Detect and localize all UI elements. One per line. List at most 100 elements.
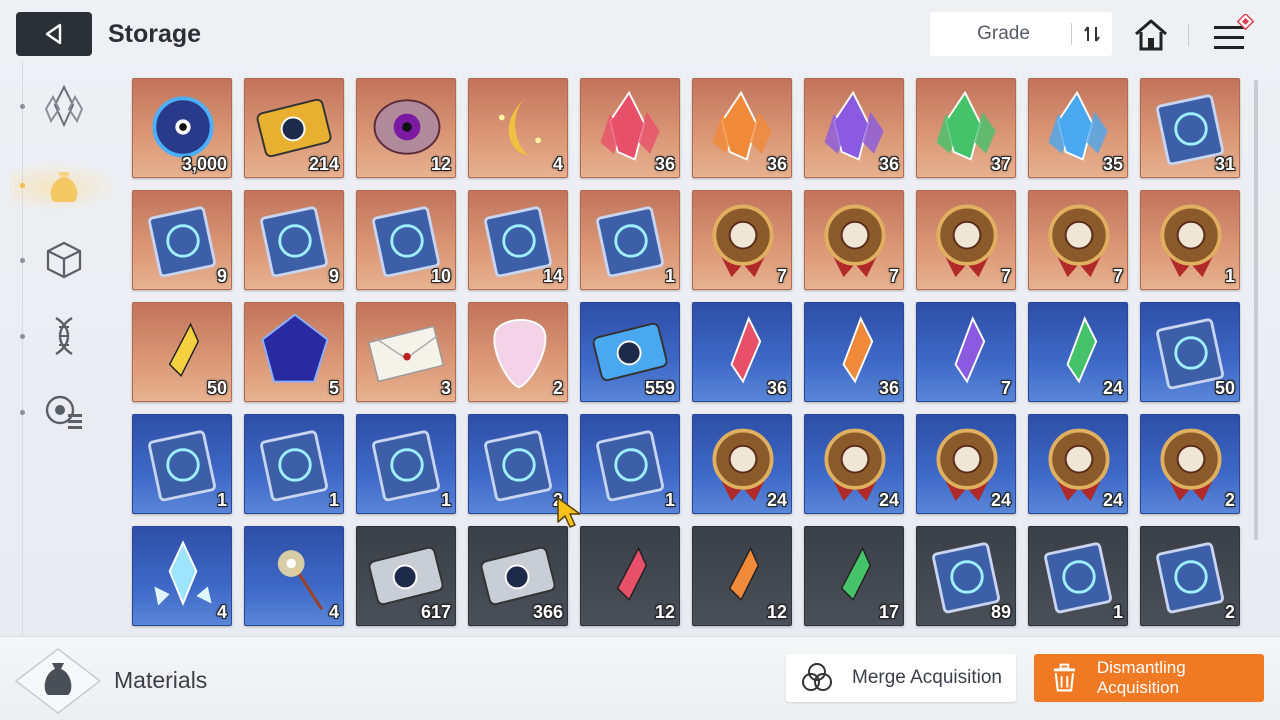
item-quantity: 3,000 — [181, 154, 227, 174]
item-tile[interactable]: 7 — [804, 190, 904, 290]
item-tile[interactable]: 50 — [132, 302, 232, 402]
item-quantity: 4 — [328, 602, 339, 622]
item-quantity: 1 — [328, 490, 339, 510]
sidebar-dot — [20, 334, 25, 339]
item-tile[interactable]: 24 — [1028, 302, 1128, 402]
item-tile[interactable]: 617 — [356, 526, 456, 626]
item-quantity: 3 — [440, 378, 451, 398]
item-tile[interactable]: 7 — [916, 190, 1016, 290]
item-tile[interactable]: 1 — [1140, 190, 1240, 290]
item-tile[interactable]: 9 — [132, 190, 232, 290]
item-quantity: 10 — [430, 266, 451, 286]
sidebar-item-crystals[interactable] — [38, 80, 90, 132]
sidebar-item-materials[interactable] — [38, 160, 90, 212]
sidebar-dot — [20, 104, 25, 109]
item-tile[interactable]: 12 — [580, 526, 680, 626]
item-tile[interactable]: 89 — [916, 526, 1016, 626]
item-tile[interactable]: 7 — [916, 302, 1016, 402]
item-tile[interactable]: 2 — [468, 302, 568, 402]
item-tile[interactable]: 2 — [1140, 414, 1240, 514]
item-tile[interactable]: 9 — [244, 190, 344, 290]
item-tile[interactable]: 1 — [1028, 526, 1128, 626]
dismantling-acquisition-button[interactable]: Dismantling Acquisition — [1034, 654, 1264, 702]
item-tile[interactable]: 1 — [244, 414, 344, 514]
category-badge — [14, 647, 102, 715]
cube-icon — [46, 241, 82, 279]
item-tile[interactable]: 214 — [244, 78, 344, 178]
sidebar-item-genes[interactable] — [38, 310, 90, 362]
page-title: Storage — [108, 20, 202, 48]
item-tile[interactable]: 24 — [692, 414, 792, 514]
item-quantity: 50 — [206, 378, 227, 398]
item-tile[interactable]: 4 — [132, 526, 232, 626]
scrollbar[interactable] — [1254, 80, 1258, 540]
sidebar-dot — [20, 258, 25, 263]
item-tile[interactable]: 31 — [1140, 78, 1240, 178]
sidebar-item-cubes[interactable] — [38, 234, 90, 286]
item-tile[interactable]: 2 — [468, 414, 568, 514]
menu-icon[interactable] — [1210, 12, 1262, 56]
grade-sort-control[interactable]: Grade — [930, 12, 1112, 56]
back-button[interactable] — [16, 12, 92, 56]
item-tile[interactable]: 36 — [692, 78, 792, 178]
footer-bar: Materials Merge Acquisition Dismantling … — [0, 636, 1280, 720]
item-tile[interactable]: 12 — [692, 526, 792, 626]
item-tile[interactable]: 12 — [356, 78, 456, 178]
item-tile[interactable]: 3 — [356, 302, 456, 402]
item-tile[interactable]: 366 — [468, 526, 568, 626]
item-tile[interactable]: 24 — [1028, 414, 1128, 514]
crystal-icon — [44, 84, 84, 128]
item-quantity: 12 — [766, 602, 787, 622]
item-tile[interactable]: 24 — [916, 414, 1016, 514]
trash-icon — [1053, 663, 1075, 692]
item-tile[interactable]: 4 — [244, 526, 344, 626]
item-tile[interactable]: 36 — [804, 302, 904, 402]
item-tile[interactable]: 1 — [580, 190, 680, 290]
item-quantity: 89 — [990, 602, 1011, 622]
item-quantity: 5 — [328, 378, 339, 398]
item-quantity: 559 — [644, 378, 675, 398]
item-quantity: 1 — [1112, 602, 1123, 622]
item-tile[interactable]: 14 — [468, 190, 568, 290]
item-tile[interactable]: 50 — [1140, 302, 1240, 402]
merge-acquisition-button[interactable]: Merge Acquisition — [786, 654, 1016, 702]
sort-icon[interactable] — [1072, 23, 1112, 45]
item-quantity: 35 — [1102, 154, 1123, 174]
item-tile[interactable]: 559 — [580, 302, 680, 402]
item-quantity: 24 — [766, 490, 787, 510]
item-tile[interactable]: 4 — [468, 78, 568, 178]
item-tile[interactable]: 36 — [692, 302, 792, 402]
item-tile[interactable]: 10 — [356, 190, 456, 290]
item-tile[interactable]: 5 — [244, 302, 344, 402]
home-icon[interactable] — [1132, 16, 1170, 54]
item-quantity: 24 — [990, 490, 1011, 510]
item-tile[interactable]: 36 — [580, 78, 680, 178]
item-grid: 3,000 214 12 4 36 36 36 37 35 31 9 9 10 14 1 7 7 7 7 1 50 5 3 2… — [132, 78, 1242, 626]
item-tile[interactable]: 1 — [132, 414, 232, 514]
item-tile[interactable]: 36 — [804, 78, 904, 178]
item-tile[interactable]: 1 — [580, 414, 680, 514]
item-quantity: 12 — [430, 154, 451, 174]
item-tile[interactable]: 35 — [1028, 78, 1128, 178]
item-quantity: 17 — [878, 602, 899, 622]
item-tile[interactable]: 7 — [692, 190, 792, 290]
item-quantity: 31 — [1214, 154, 1235, 174]
item-tile[interactable]: 37 — [916, 78, 1016, 178]
item-quantity: 1 — [216, 490, 227, 510]
item-tile[interactable]: 24 — [804, 414, 904, 514]
divider — [1188, 24, 1189, 46]
item-quantity: 4 — [216, 602, 227, 622]
item-quantity: 7 — [1112, 266, 1123, 286]
item-tile[interactable]: 7 — [1028, 190, 1128, 290]
sidebar-item-modules[interactable] — [38, 386, 90, 438]
item-quantity: 1 — [1224, 266, 1235, 286]
grade-dropdown[interactable]: Grade — [930, 23, 1071, 45]
category-label: Materials — [114, 667, 208, 693]
item-tile[interactable]: 2 — [1140, 526, 1240, 626]
item-quantity: 617 — [420, 602, 451, 622]
item-tile[interactable]: 17 — [804, 526, 904, 626]
item-tile[interactable]: 1 — [356, 414, 456, 514]
item-quantity: 36 — [766, 154, 787, 174]
item-quantity: 36 — [878, 154, 899, 174]
item-tile[interactable]: 3,000 — [132, 78, 232, 178]
